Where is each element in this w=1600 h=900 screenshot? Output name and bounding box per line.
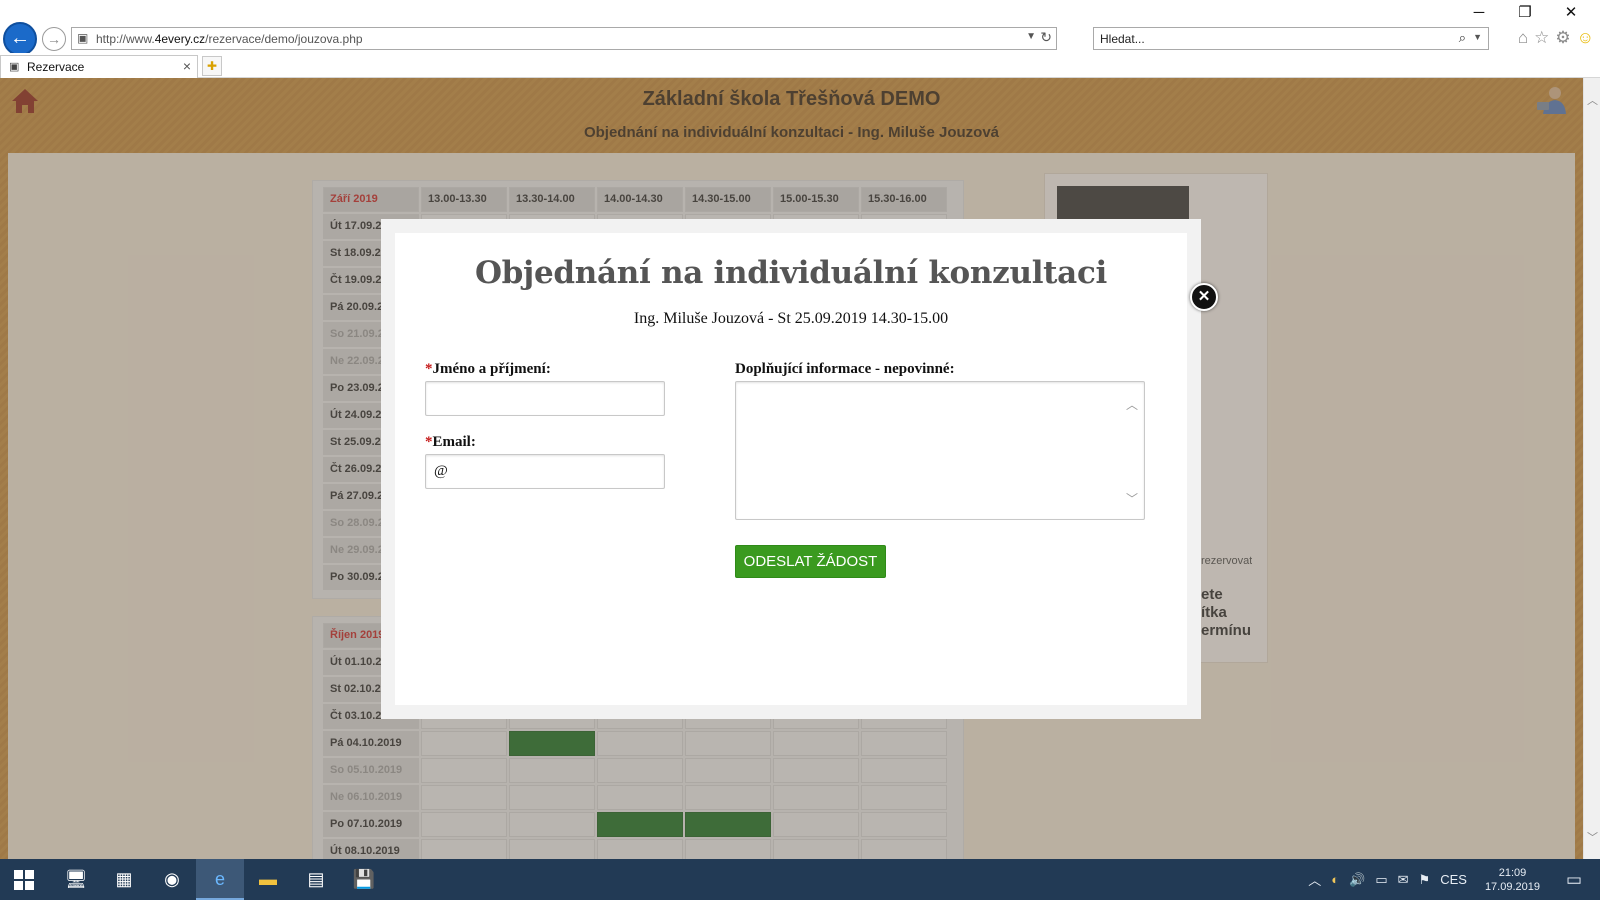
- new-tab-button[interactable]: ✚: [202, 56, 222, 76]
- favorites-star-icon[interactable]: ☆: [1534, 28, 1549, 48]
- email-label: *Email:: [425, 434, 476, 451]
- system-tray: ︿ ◐ 🔊 ▭ ✉ ⚑ CES 21:09 17.09.2019: [1308, 859, 1540, 900]
- search-icon[interactable]: ⌕: [1459, 30, 1466, 46]
- search-placeholder: Hledat...: [1100, 32, 1145, 46]
- tray-expand-icon[interactable]: ︿: [1308, 870, 1321, 889]
- tab-page-icon: ▣: [9, 61, 20, 73]
- info-textarea[interactable]: ︿ ﹀: [735, 381, 1145, 520]
- submit-request-button[interactable]: ODESLAT ŽÁDOST: [735, 545, 886, 578]
- tray-app-icon[interactable]: ◐: [1331, 872, 1339, 887]
- app-icon[interactable]: ▤: [292, 859, 340, 900]
- info-label: Doplňující informace - nepovinné:: [735, 361, 955, 377]
- minimize-icon[interactable]: ─: [1456, 2, 1502, 24]
- name-input[interactable]: [425, 381, 665, 416]
- page-icon: ▣: [77, 31, 89, 45]
- restore-icon[interactable]: ❐: [1502, 2, 1548, 24]
- volume-icon[interactable]: 🔊: [1349, 872, 1365, 888]
- browser-toolbar-icons: ⌂ ☆ ⚙ ☺: [1518, 28, 1594, 48]
- windows-taskbar: 🖥 ▦ ◉ e ▬ ▤ 💾 ︿ ◐ 🔊 ▭ ✉ ⚑ CES 21:09 17.0…: [0, 859, 1600, 900]
- settings-gear-icon[interactable]: ⚙: [1555, 28, 1570, 48]
- search-dropdown-icon[interactable]: ▼: [1473, 32, 1482, 42]
- file-explorer-icon[interactable]: ▬: [244, 859, 292, 900]
- forward-button[interactable]: →: [42, 27, 66, 51]
- scroll-up-arrow-icon[interactable]: ︿: [1587, 92, 1598, 108]
- name-label: *Jméno a příjmení:: [425, 361, 551, 378]
- chrome-icon[interactable]: ◉: [148, 859, 196, 900]
- url-text: http://www.4every.cz/rezervace/demo/jouz…: [96, 32, 363, 46]
- tab-close-icon[interactable]: ×: [183, 58, 191, 74]
- page-viewport: Základní škola Třešňová DEMO Objednání n…: [0, 78, 1583, 859]
- window-controls: ─ ❐ ✕: [1456, 2, 1594, 24]
- page-scrollbar[interactable]: ︿ ﹀: [1583, 78, 1600, 859]
- name-label-text: Jméno a příjmení:: [432, 361, 551, 377]
- url-dropdown-icon[interactable]: ▼: [1026, 31, 1036, 42]
- notifications-icon[interactable]: ▭: [1566, 870, 1582, 890]
- close-window-icon[interactable]: ✕: [1548, 2, 1594, 24]
- windows-start-icon[interactable]: [14, 870, 34, 890]
- modal-title: Objednání na individuální konzultaci: [474, 255, 1108, 291]
- internet-explorer-icon[interactable]: e: [196, 859, 244, 900]
- required-mark: *: [425, 361, 433, 377]
- back-button[interactable]: ←: [3, 22, 37, 56]
- email-label-text: Email:: [432, 434, 476, 450]
- mail-icon[interactable]: ✉: [1398, 872, 1409, 888]
- url-domain: 4every.cz: [154, 32, 206, 46]
- email-input[interactable]: [425, 454, 665, 489]
- required-mark: *: [425, 434, 433, 450]
- store-icon[interactable]: ▦: [100, 859, 148, 900]
- browser-address-bar: ─ ❐ ✕ ← → ▣ http://www.4every.cz/rezerva…: [0, 0, 1600, 56]
- scroll-down-icon[interactable]: ﹀: [1126, 490, 1138, 507]
- browser-tab-bar: ▣ Rezervace × ✚: [0, 53, 1600, 79]
- flag-icon[interactable]: ⚑: [1419, 872, 1431, 888]
- scroll-down-arrow-icon[interactable]: ﹀: [1587, 829, 1598, 845]
- save-disk-icon[interactable]: 💾: [340, 859, 388, 900]
- network-icon[interactable]: ▭: [1375, 872, 1387, 888]
- browser-search-field[interactable]: Hledat... ⌕ ▼: [1093, 27, 1489, 50]
- feedback-smiley-icon[interactable]: ☺: [1577, 28, 1594, 48]
- booking-modal: Objednání na individuální konzultaci Ing…: [381, 219, 1201, 719]
- clock-date: 17.09.2019: [1484, 880, 1540, 893]
- modal-close-icon[interactable]: ✕: [1190, 283, 1218, 311]
- language-indicator[interactable]: CES: [1440, 872, 1467, 887]
- home-browser-icon[interactable]: ⌂: [1518, 28, 1528, 48]
- scroll-up-icon[interactable]: ︿: [1126, 396, 1138, 413]
- url-prefix: http://www.: [96, 32, 155, 46]
- url-field[interactable]: ▣ http://www.4every.cz/rezervace/demo/jo…: [71, 27, 1057, 50]
- tab-title: Rezervace: [27, 60, 85, 74]
- url-path: /rezervace/demo/jouzova.php: [205, 32, 363, 46]
- task-view-icon[interactable]: 🖥: [52, 859, 100, 900]
- modal-subtitle: Ing. Miluše Jouzová - St 25.09.2019 14.3…: [633, 310, 949, 327]
- refresh-icon[interactable]: ↻: [1040, 29, 1052, 46]
- browser-tab[interactable]: ▣ Rezervace ×: [0, 55, 198, 79]
- clock[interactable]: 21:09 17.09.2019: [1485, 866, 1540, 894]
- clock-time: 21:09: [1498, 866, 1527, 879]
